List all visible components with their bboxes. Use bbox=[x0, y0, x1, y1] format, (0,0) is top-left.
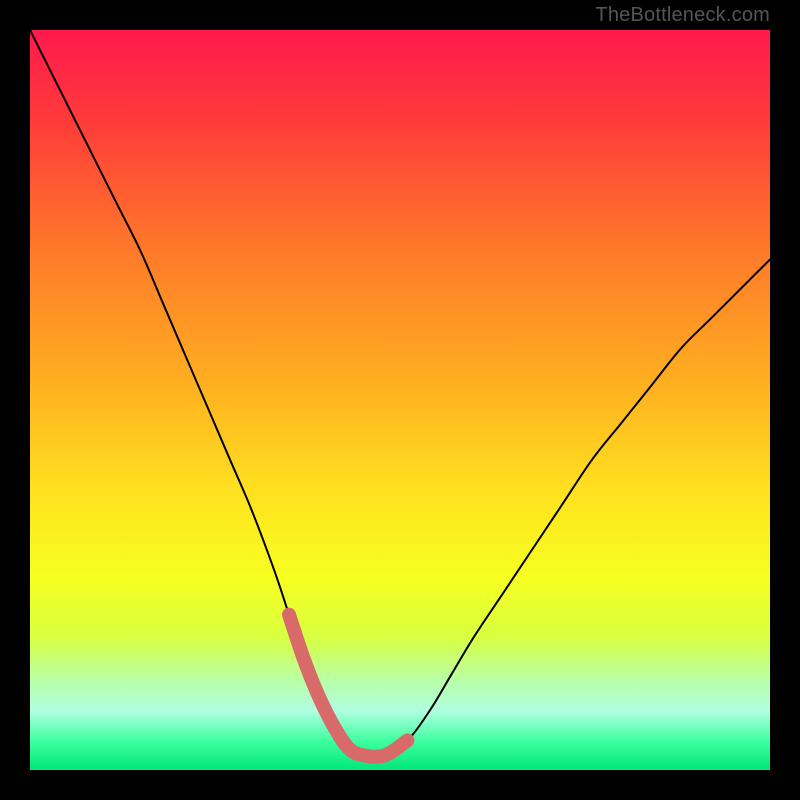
curve-layer bbox=[30, 30, 770, 770]
bottleneck-curve bbox=[30, 30, 770, 757]
outer-frame: TheBottleneck.com bbox=[0, 0, 800, 800]
plot-area bbox=[30, 30, 770, 770]
optimal-range-highlight bbox=[289, 615, 407, 757]
watermark-text: TheBottleneck.com bbox=[595, 4, 770, 27]
